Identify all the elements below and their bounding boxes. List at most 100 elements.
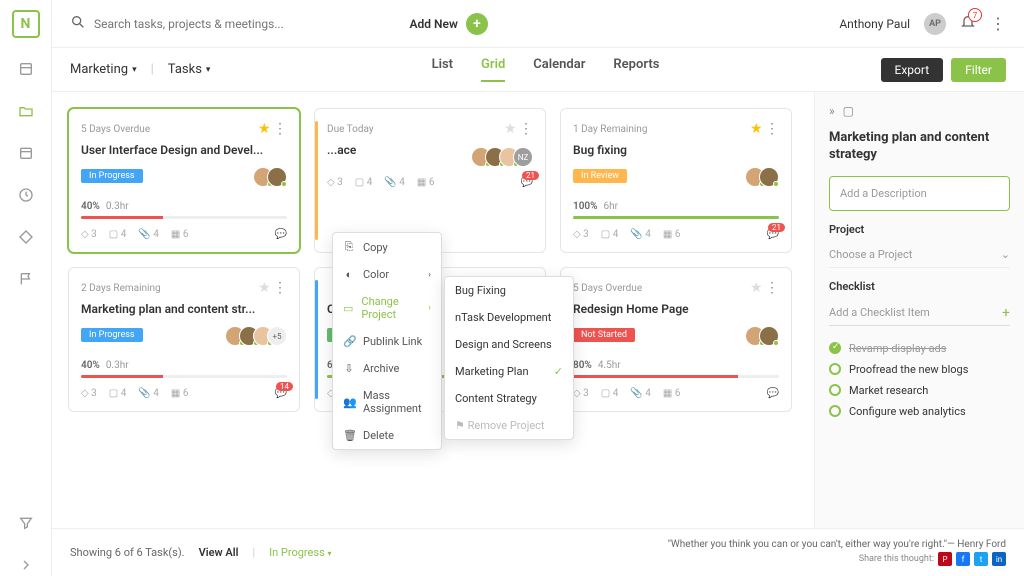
checkbox-icon[interactable] [829,405,841,417]
star-icon[interactable]: ★ [750,121,763,137]
share-pinterest-icon[interactable]: P [938,552,952,566]
project-select[interactable]: Choose a Project⌄ [829,248,1010,268]
submenu-item[interactable]: Content Strategy [445,385,573,412]
breadcrumb-project[interactable]: Marketing ▾ [70,62,137,77]
filter-icon[interactable] [15,512,37,534]
card-stat[interactable]: ◇ 3 [573,229,589,240]
footer-status-filter[interactable]: In Progress ▾ [269,546,331,559]
user-avatar[interactable]: AP [924,13,946,35]
notifications-bell-icon[interactable]: 7 [960,14,976,33]
share-linkedin-icon[interactable]: in [992,552,1006,566]
due-label: 5 Days Overdue [573,283,642,294]
expand-icon[interactable] [15,554,37,576]
star-icon[interactable]: ★ [258,280,271,296]
card-stat[interactable]: 📎 4 [630,388,651,399]
view-calendar[interactable]: Calendar [533,57,585,82]
star-icon[interactable]: ★ [750,280,763,296]
comment-icon[interactable]: 💬 [767,388,779,399]
card-stat[interactable]: ▦ 6 [663,229,681,240]
search-icon[interactable] [70,14,86,33]
checkbox-icon[interactable] [829,384,841,396]
card-menu-icon[interactable]: ⋮ [273,280,287,296]
share-facebook-icon[interactable]: f [956,552,970,566]
context-menu-item[interactable]: 🔗Publink Link [333,328,441,355]
card-stat[interactable]: ▦ 6 [417,177,435,188]
context-menu-item[interactable]: ⇩Archive [333,355,441,382]
card-stat[interactable]: ▢ 4 [109,388,127,399]
submenu-item[interactable]: Marketing Plan✓ [445,358,573,385]
add-new-button[interactable]: Add New + [410,13,488,35]
card-stat[interactable]: 📎 4 [138,229,159,240]
export-button[interactable]: Export [881,58,944,82]
card-menu-icon[interactable]: ⋮ [765,121,779,137]
task-card[interactable]: 5 Days Overdue★ ⋮Redesign Home PageNot S… [560,267,792,412]
context-menu-item[interactable]: ⎘Copy [333,233,441,261]
comment-icon[interactable]: 💬14 [275,388,287,399]
comment-icon[interactable]: 💬21 [521,177,533,188]
context-menu-item[interactable]: 🗑Delete [333,422,441,449]
submenu-item[interactable]: nTask Development [445,304,573,331]
card-stat[interactable]: ▢ 4 [109,229,127,240]
search-input[interactable] [94,17,394,31]
view-reports[interactable]: Reports [613,57,659,82]
card-stat[interactable]: ▦ 6 [663,388,681,399]
card-menu-icon[interactable]: ⋮ [273,121,287,137]
context-menu-item[interactable]: ◐Color› [333,261,441,288]
checklist-add-input[interactable]: Add a Checklist Item + [829,305,1010,326]
dashboard-icon[interactable] [15,58,37,80]
card-title: User Interface Design and Devel... [81,143,287,157]
view-grid[interactable]: Grid [481,57,505,82]
user-name[interactable]: Anthony Paul [839,17,910,31]
card-stat[interactable]: 📎 4 [630,229,651,240]
clock-icon[interactable] [15,184,37,206]
task-card[interactable]: 1 Day Remaining★ ⋮Bug fixingIn Review100… [560,108,792,253]
view-all-link[interactable]: View All [199,546,239,559]
card-stat[interactable]: ▦ 6 [171,229,189,240]
folder-icon[interactable] [15,100,37,122]
card-stat[interactable]: ◇ 3 [81,388,97,399]
checklist-item[interactable]: Configure web analytics [829,405,1010,418]
calendar-icon[interactable] [15,142,37,164]
context-menu-item[interactable]: 👥Mass Assignment [333,382,441,422]
flag-icon[interactable] [15,268,37,290]
task-card[interactable]: 5 Days Overdue★ ⋮User Interface Design a… [68,108,300,253]
card-stat[interactable]: 📎 4 [384,177,405,188]
card-title: Bug fixing [573,143,779,157]
comment-icon[interactable]: 💬 [275,229,287,240]
description-input[interactable]: Add a Description [829,176,1010,211]
card-stat[interactable]: ▢ 4 [601,229,619,240]
window-icon[interactable]: ▢ [843,104,854,118]
checklist-item[interactable]: Market research [829,384,1010,397]
add-checklist-icon[interactable]: + [1002,305,1010,321]
card-stat[interactable]: 📎 4 [138,388,159,399]
app-logo[interactable]: N [12,10,40,38]
card-stat[interactable]: ▦ 6 [171,388,189,399]
panel-title: Marketing plan and content strategy [829,130,1010,164]
submenu-item[interactable]: Design and Screens [445,331,573,358]
view-list[interactable]: List [432,57,453,82]
more-menu-icon[interactable]: ⋮ [990,14,1006,33]
collapse-icon[interactable]: » [829,104,835,118]
card-stat[interactable]: ◇ 3 [81,229,97,240]
assignee-avatars[interactable]: NZ [327,147,533,167]
card-stat[interactable]: ▢ 4 [355,177,373,188]
filter-button[interactable]: Filter [951,58,1006,82]
star-icon[interactable]: ★ [258,121,271,137]
issues-icon[interactable] [15,226,37,248]
breadcrumb-section[interactable]: Tasks ▾ [168,62,211,77]
checkbox-icon[interactable] [829,342,841,354]
checklist-item[interactable]: Proofread the new blogs [829,363,1010,376]
card-menu-icon[interactable]: ⋮ [519,121,533,137]
context-menu-item[interactable]: ▭Change Project› [333,288,441,328]
comment-icon[interactable]: 💬21 [767,229,779,240]
checklist-item[interactable]: Revamp display ads [829,342,1010,355]
checkbox-icon[interactable] [829,363,841,375]
task-card[interactable]: 2 Days Remaining★ ⋮Marketing plan and co… [68,267,300,412]
card-stat[interactable]: ◇ 3 [327,177,343,188]
card-menu-icon[interactable]: ⋮ [765,280,779,296]
card-stat[interactable]: ▢ 4 [601,388,619,399]
share-twitter-icon[interactable]: t [974,552,988,566]
submenu-item[interactable]: Bug Fixing [445,277,573,304]
card-stat[interactable]: ◇ 3 [573,388,589,399]
star-icon[interactable]: ★ [504,121,517,137]
